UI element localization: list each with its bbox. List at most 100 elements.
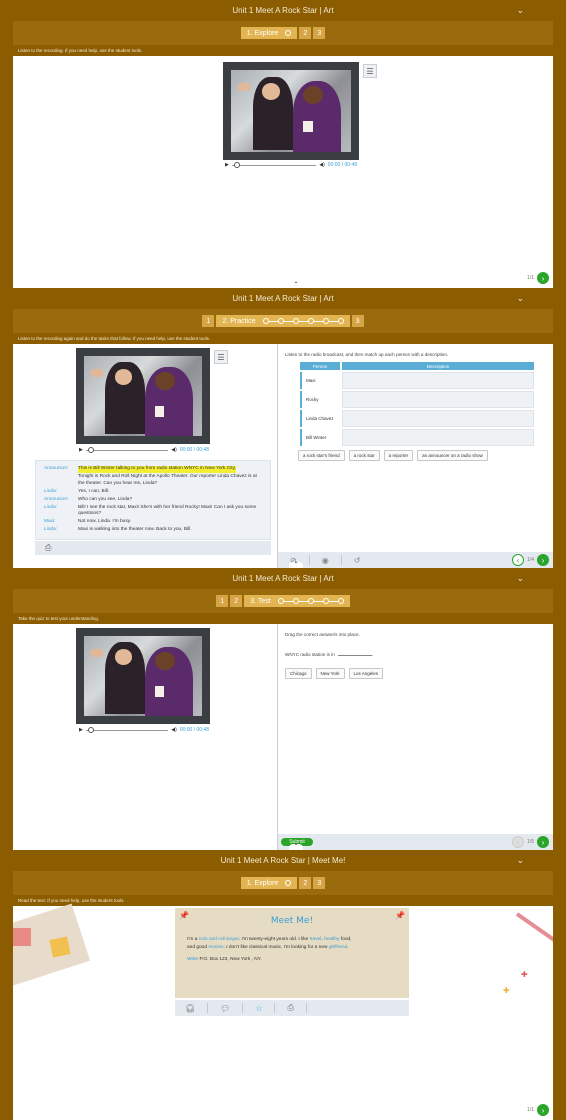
step-1[interactable]: 1: [216, 595, 229, 607]
print-icon[interactable]: ⎙: [45, 543, 51, 553]
card-text: I'm a rock and roll singer. I'm twenty-e…: [187, 936, 399, 964]
person-cell: Linda Chavez: [300, 410, 340, 427]
instruction-text: Take the quiz to test your understanding…: [13, 613, 553, 624]
next-page-button[interactable]: ›: [537, 554, 549, 566]
unit-title: Unit 1 Meet A Rock Star | Art: [232, 6, 334, 15]
answer-chip[interactable]: a rock star's friend: [298, 450, 345, 461]
person-cell: Bill Winter: [300, 429, 340, 446]
panel-divider: [277, 344, 278, 568]
description-drop-zone[interactable]: [342, 372, 534, 389]
video-frame: [223, 62, 359, 160]
panel-divider: [277, 624, 278, 850]
step-2[interactable]: 2: [299, 27, 312, 39]
description-drop-zone[interactable]: [342, 429, 534, 446]
reset-icon[interactable]: ↺: [354, 556, 361, 565]
answer-chip[interactable]: a reporter: [383, 450, 414, 461]
answer-options: Chicago New York Los Angeles: [285, 668, 384, 679]
chevron-down-icon[interactable]: ⌄: [516, 293, 524, 304]
previous-page-button[interactable]: ‹: [512, 836, 525, 848]
keyword-link[interactable]: rock and roll singer: [199, 937, 239, 942]
keyword-link[interactable]: Write: [187, 957, 198, 962]
answer-chip[interactable]: Chicago: [285, 668, 312, 679]
step-bar: 1. Explore 2 3: [13, 871, 553, 895]
transcript-line: Announcer: Who can you see, Linda?: [44, 496, 133, 502]
headphones-icon[interactable]: 🎧︎: [185, 1004, 195, 1013]
page-indicator: 1/1: [527, 1107, 534, 1113]
answer-drop-zone[interactable]: [337, 655, 372, 656]
step-explore[interactable]: 1. Explore: [240, 877, 298, 889]
answer-chip[interactable]: New York: [315, 668, 345, 679]
content-area: ☰ ▶ ◀) 00:00 / 00:48 1/1 ›: [13, 56, 553, 288]
volume-icon[interactable]: ◀): [171, 447, 177, 453]
audio-scrubber[interactable]: [85, 726, 169, 733]
decorative-pencil: [515, 912, 553, 956]
transcript-icon[interactable]: ☰: [214, 350, 228, 364]
progress-dot-icon: [285, 30, 292, 36]
pager: ‹ 1/5 ›: [512, 836, 549, 848]
title-bar: Unit 1 Meet A Rock Star | Art ⌄: [13, 0, 553, 21]
task-instruction: Drag the correct answer/s into place.: [285, 632, 360, 637]
progress-dot-icon: [337, 598, 344, 604]
screen-test-art: Unit 1 Meet A Rock Star | Art ⌄ 1 2 3. T…: [0, 568, 566, 850]
pager: ‹ 1/4 ›: [512, 554, 549, 566]
description-drop-zone[interactable]: [342, 391, 534, 408]
progress-dot-icon: [285, 880, 292, 886]
volume-icon[interactable]: ◀): [319, 162, 325, 168]
keyword-link[interactable]: healthy: [324, 937, 339, 942]
show-answer-icon[interactable]: ◉: [322, 556, 329, 565]
instruction-text: Listen to the recording again and do the…: [13, 333, 553, 344]
comment-icon[interactable]: 💬︎: [220, 1004, 230, 1013]
play-icon[interactable]: ▶: [79, 447, 83, 453]
unit-title: Unit 1 Meet A Rock Star | Art: [232, 574, 334, 583]
table-row: Linda Chavez: [300, 410, 534, 427]
answer-chip[interactable]: a rock star: [348, 450, 380, 461]
step-2[interactable]: 2: [299, 877, 312, 889]
step-3[interactable]: 3: [351, 315, 364, 327]
step-1[interactable]: 1: [202, 315, 215, 327]
keyword-link[interactable]: travel: [310, 937, 322, 942]
pager: 1/1 ›: [527, 1104, 549, 1116]
step-explore[interactable]: 1. Explore: [240, 27, 298, 39]
transcript-line: Linda: Bill! I see the rock star, Maxi! S…: [44, 504, 257, 517]
next-page-button[interactable]: ›: [537, 836, 549, 848]
pushpin-icon: ✚: [503, 986, 510, 995]
card-line: I'm a rock and roll singer. I'm twenty-e…: [187, 937, 352, 942]
transcript-icon[interactable]: ☰: [363, 64, 377, 78]
video-frame: [76, 628, 210, 724]
decorative-square: [49, 936, 71, 958]
audio-scrubber[interactable]: [85, 446, 169, 453]
play-icon[interactable]: ▶: [225, 162, 229, 168]
audio-time: 00:00 / 00:48: [327, 162, 357, 168]
chevron-down-icon[interactable]: ⌄: [516, 573, 524, 584]
step-practice[interactable]: 2. Practice: [216, 315, 350, 327]
keyword-link[interactable]: girlfriend: [329, 945, 347, 950]
keyword-link[interactable]: movies: [208, 945, 223, 950]
next-page-button[interactable]: ›: [537, 1104, 549, 1116]
star-icon[interactable]: ☆: [255, 1004, 262, 1013]
person-cell: Maxi: [300, 372, 340, 389]
previous-page-button[interactable]: ‹: [512, 554, 525, 566]
description-drop-zone[interactable]: [342, 410, 534, 427]
transcript-line: Linda: Yes, I can, Bill.: [44, 488, 110, 494]
audio-scrubber[interactable]: [231, 161, 317, 168]
next-page-button[interactable]: ›: [537, 272, 549, 284]
step-3[interactable]: 3: [313, 877, 326, 889]
table-row: Maxi: [300, 372, 534, 389]
table-header-person: Person: [300, 362, 340, 370]
print-icon[interactable]: ⎙: [287, 1003, 293, 1013]
instruction-text: Listen to the recording. If you need hel…: [13, 45, 553, 56]
step-test[interactable]: 3. Test: [244, 595, 350, 607]
play-icon[interactable]: ▶: [79, 727, 83, 733]
answer-chip[interactable]: an announcer on a radio show: [417, 450, 488, 461]
match-table: Person Description Maxi Rocky Linda Chav…: [300, 362, 534, 446]
card-title: Meet Me!: [270, 916, 314, 926]
volume-icon[interactable]: ◀): [171, 727, 177, 733]
chevron-down-icon[interactable]: ⌄: [516, 5, 524, 16]
content-area: ▶ ◀) 00:00 / 00:48 Drag the correct answ…: [13, 624, 553, 850]
audio-player: ▶ ◀) 00:00 / 00:48: [225, 160, 357, 170]
chevron-down-icon[interactable]: ⌄: [516, 855, 524, 866]
answer-chip[interactable]: Los Angeles: [348, 668, 384, 679]
step-2[interactable]: 2: [230, 595, 243, 607]
unit-title: Unit 1 Meet A Rock Star | Meet Me!: [220, 856, 346, 865]
step-3[interactable]: 3: [313, 27, 326, 39]
